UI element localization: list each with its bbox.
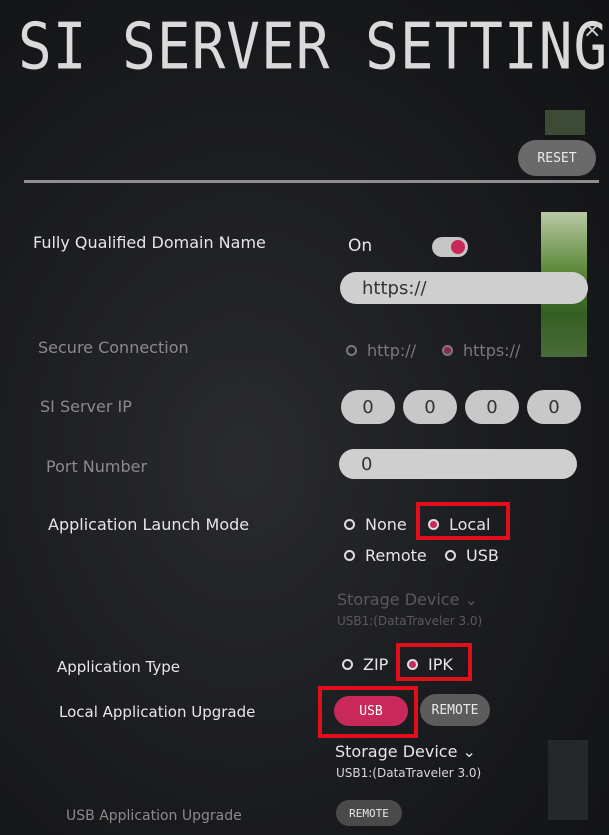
radio-dot [344,519,355,530]
storage-title: Storage Device [337,590,460,609]
radio-label: http:// [367,341,417,360]
local-upgrade-remote-button[interactable]: REMOTE [420,694,490,726]
radio-dot [445,550,456,561]
upgrade-storage-dropdown[interactable]: Storage Device ⌄ [335,742,476,761]
launch-usb-radio[interactable]: USB [445,546,499,565]
fqdn-state: On [348,236,373,256]
app-type-ipk-radio[interactable]: IPK [407,655,453,674]
storage-title: Storage Device [335,742,458,761]
background-photo-bottom [548,740,588,820]
radio-dot [407,659,418,670]
radio-label: None [365,515,407,534]
launch-mode-label: Application Launch Mode [48,515,250,534]
app-type-zip-radio[interactable]: ZIP [342,655,388,674]
fqdn-url-input[interactable]: https:// [340,272,588,304]
radio-dot [428,519,439,530]
local-upgrade-label: Local Application Upgrade [59,703,256,721]
ip-octet-3[interactable]: 0 [465,390,519,424]
radio-label: ZIP [363,655,389,674]
port-input[interactable]: 0 [339,449,577,479]
launch-storage-dropdown[interactable]: Storage Device ⌄ [337,590,478,609]
reset-button[interactable]: RESET [518,140,596,176]
port-label: Port Number [46,457,148,476]
radio-label: Local [449,515,491,534]
usb-upgrade-remote-button[interactable]: REMOTE [336,800,402,826]
fqdn-toggle[interactable] [432,237,468,257]
secure-https-radio[interactable]: https:// [442,341,520,360]
radio-dot [346,345,357,356]
fqdn-label: Fully Qualified Domain Name [33,233,266,252]
secure-http-radio[interactable]: http:// [346,341,416,360]
ip-octet-1[interactable]: 0 [341,390,395,424]
radio-dot [342,659,353,670]
radio-dot [442,345,453,356]
radio-label: USB [466,546,499,565]
page-title: SI SERVER SETTING [18,10,609,85]
divider [24,180,599,183]
radio-label: https:// [463,341,521,360]
launch-storage-device: USB1:(DataTraveler 3.0) [337,614,483,628]
app-type-label: Application Type [57,658,181,676]
launch-remote-radio[interactable]: Remote [344,546,427,565]
radio-dot [344,550,355,561]
ip-octet-4[interactable]: 0 [527,390,581,424]
chevron-down-icon: ⌄ [464,590,478,609]
secure-connection-label: Secure Connection [38,338,189,357]
background-photo-top [545,110,585,135]
toggle-knob [451,240,465,254]
radio-label: Remote [365,546,427,565]
server-ip-label: SI Server IP [40,397,132,416]
usb-upgrade-label: USB Application Upgrade [66,808,242,824]
launch-none-radio[interactable]: None [344,515,407,534]
upgrade-storage-device: USB1:(DataTraveler 3.0) [336,766,482,780]
radio-label: IPK [428,655,453,674]
chevron-down-icon: ⌄ [462,742,476,761]
local-upgrade-usb-button[interactable]: USB [334,696,408,726]
ip-octet-2[interactable]: 0 [403,390,457,424]
launch-local-radio[interactable]: Local [428,515,490,534]
close-icon[interactable]: × [583,18,601,43]
